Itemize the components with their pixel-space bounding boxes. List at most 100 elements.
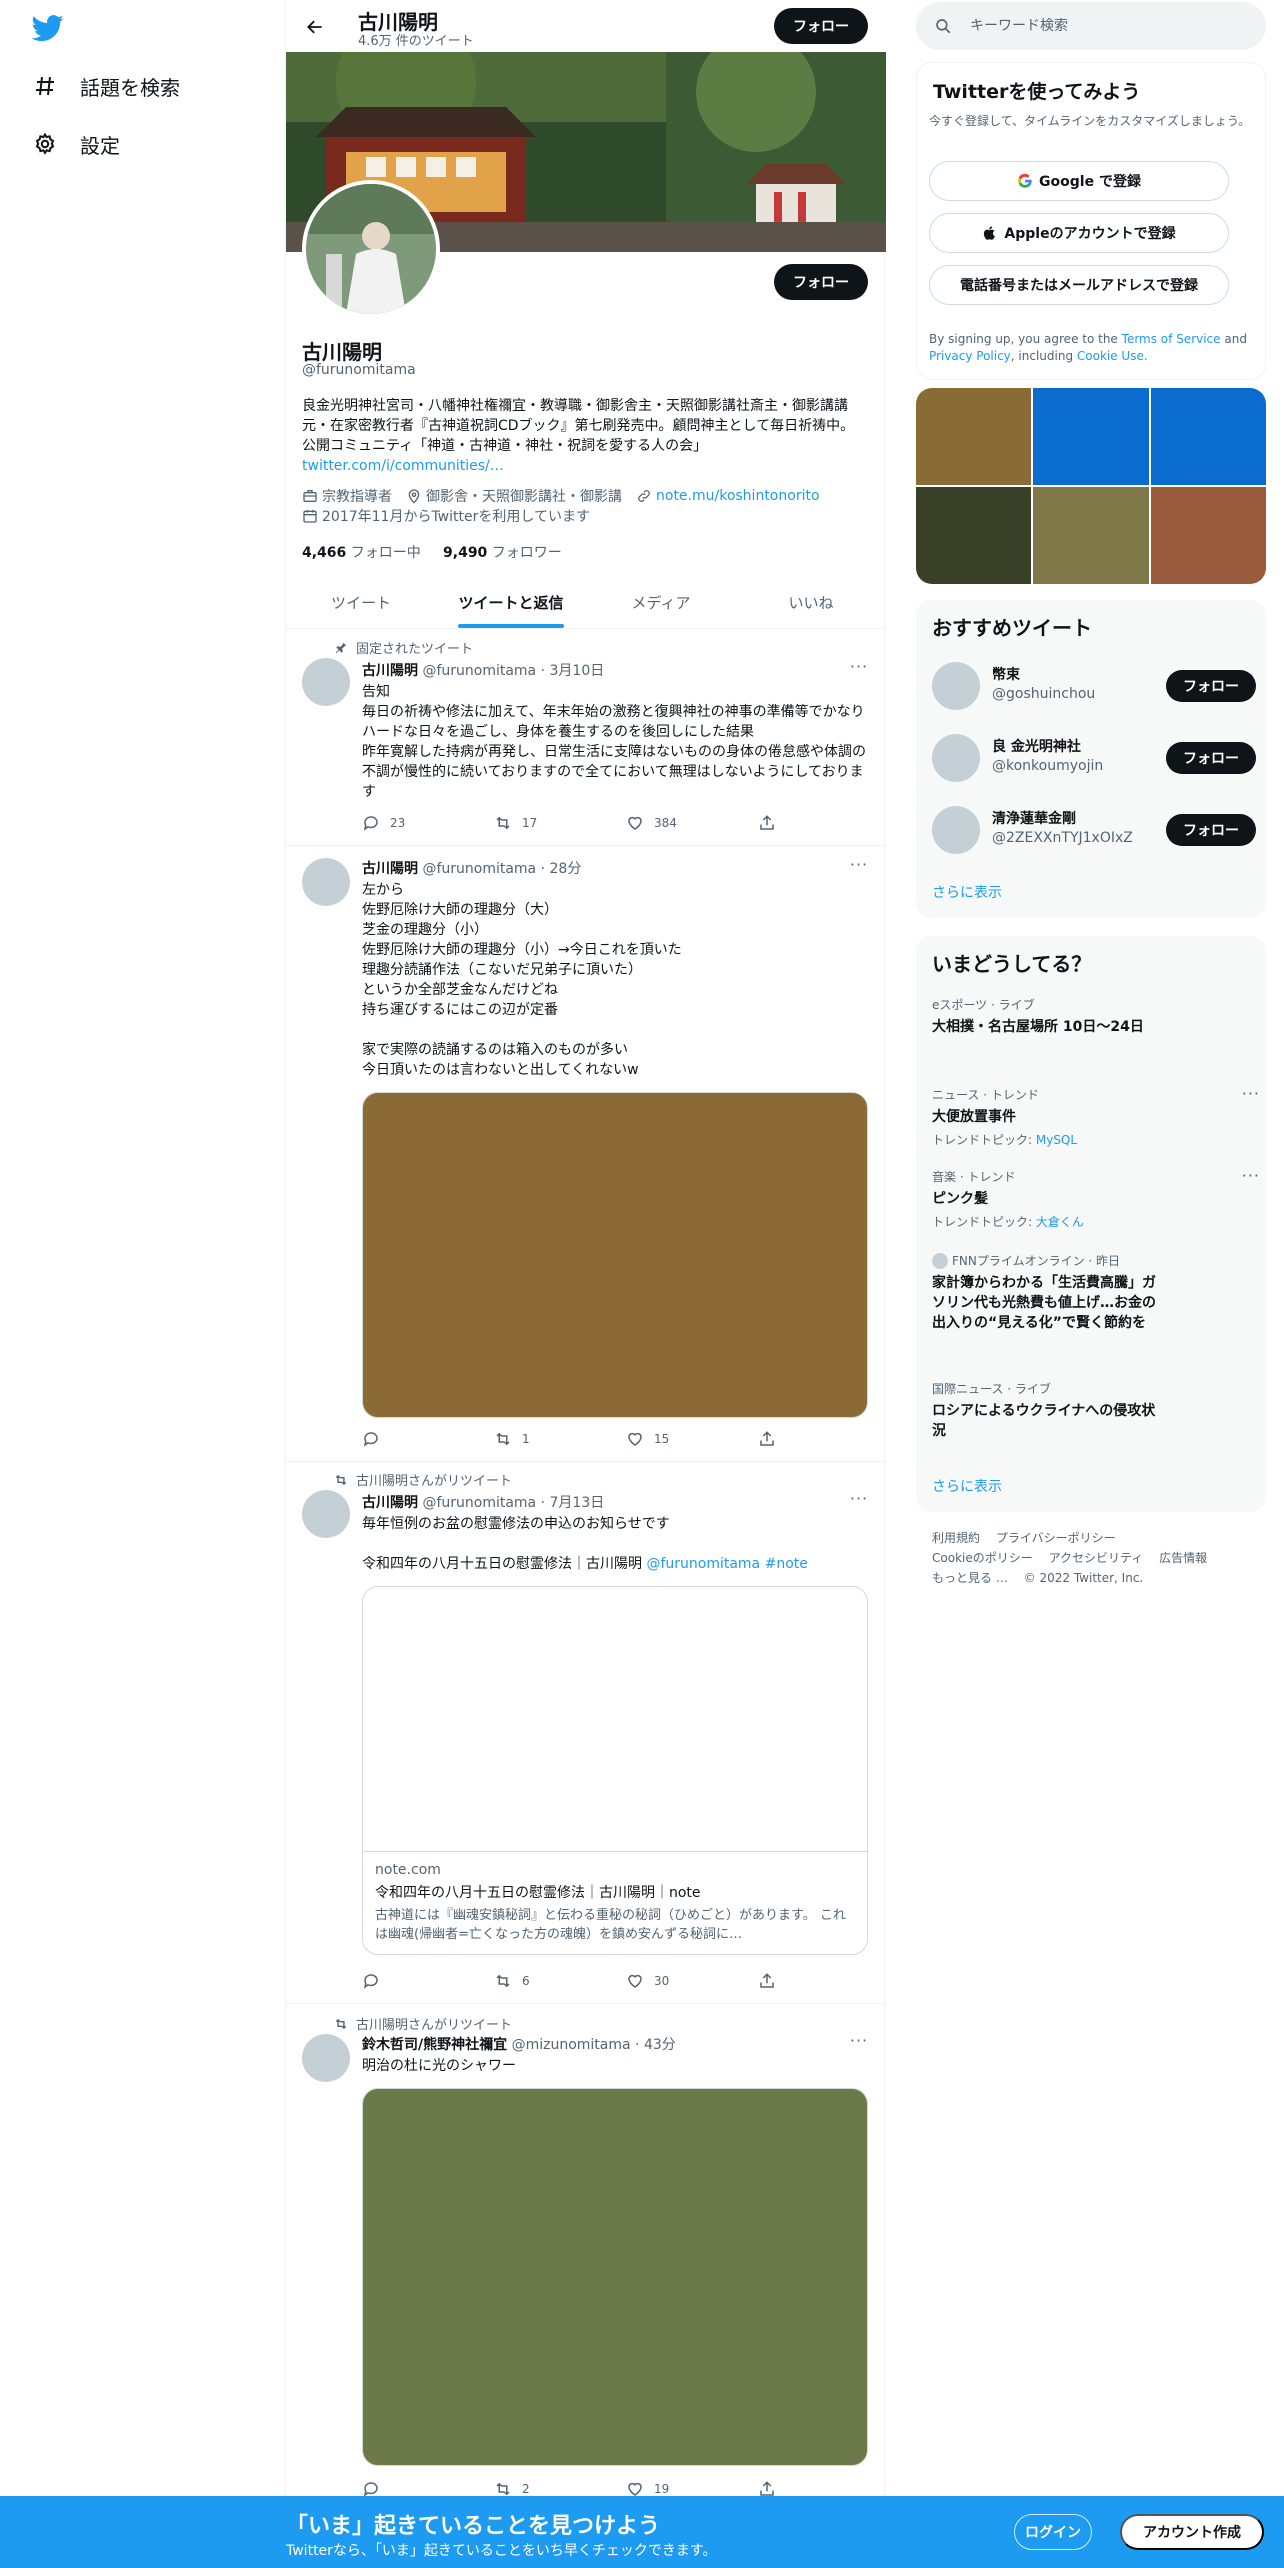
tweet-author-handle[interactable]: @furunomitama: [422, 663, 536, 679]
profile-follow-button[interactable]: フォロー: [774, 264, 868, 300]
media-thumb[interactable]: [1033, 388, 1149, 485]
twitter-logo-icon[interactable]: [31, 12, 68, 48]
media-thumb[interactable]: [1150, 388, 1266, 485]
share-button[interactable]: [758, 1430, 788, 1448]
terms-link[interactable]: Terms of Service: [1122, 332, 1221, 346]
reply-button[interactable]: 23: [362, 814, 494, 832]
tweet-avatar[interactable]: [302, 2034, 350, 2082]
trend-item[interactable]: ··· ニュース · トレンド 大便放置事件 トレンドトピック: MySQL: [932, 1084, 1259, 1148]
search-input[interactable]: [970, 18, 1230, 34]
google-signup-button[interactable]: Google で登録: [929, 161, 1229, 201]
retweet-button[interactable]: 17: [494, 814, 626, 832]
tweet-author-name[interactable]: 古川陽明: [362, 663, 418, 679]
footer-link[interactable]: 利用規約: [932, 1531, 980, 1545]
tweet[interactable]: 固定されたツイート 古川陽明 @furunomitama · 3月10日 ···…: [286, 630, 886, 846]
profile-handle: @furunomitama: [302, 362, 416, 378]
reply-button[interactable]: [362, 1972, 494, 1990]
like-button[interactable]: 15: [626, 1430, 758, 1448]
search-bar[interactable]: [916, 2, 1266, 50]
link-card[interactable]: note.com 令和四年の八月十五日の慰霊修法｜古川陽明｜note 古神道には…: [362, 1586, 868, 1955]
follow-button[interactable]: フォロー: [1166, 670, 1256, 702]
media-thumb[interactable]: [1150, 487, 1266, 584]
more-options-icon[interactable]: ···: [848, 1491, 870, 1510]
share-button[interactable]: [758, 814, 788, 832]
profile-website[interactable]: note.mu/koshintonorito: [636, 488, 820, 504]
share-button[interactable]: [758, 1972, 788, 1990]
footer-link[interactable]: プライバシーポリシー: [996, 1531, 1116, 1545]
reply-icon: [363, 1974, 378, 1989]
profile-avatar[interactable]: [302, 180, 440, 318]
header-tweet-count: 4.6万 件のツイート: [358, 34, 474, 49]
tweet-author-handle[interactable]: @mizunomitama: [512, 2037, 631, 2053]
recommended-user[interactable]: 清浄蓮華金剛 @2ZEXXnTYJ1xOIxZ フォロー: [932, 802, 1256, 858]
phone-email-signup-button[interactable]: 電話番号またはメールアドレスで登録: [929, 265, 1229, 305]
recommended-user[interactable]: 幣束 @goshuinchou フォロー: [932, 658, 1256, 714]
header-follow-button[interactable]: フォロー: [774, 8, 868, 44]
more-options-icon[interactable]: ···: [1242, 1166, 1260, 1185]
tab-media[interactable]: メディア: [586, 576, 736, 628]
retweet-button[interactable]: 6: [494, 1972, 626, 1990]
more-options-icon[interactable]: ···: [848, 659, 870, 678]
tweet-author-name[interactable]: 古川陽明: [362, 1495, 418, 1511]
more-options-icon[interactable]: ···: [848, 857, 870, 876]
tweet-time[interactable]: 3月10日: [550, 663, 605, 679]
footer-link[interactable]: もっと見る …: [932, 1571, 1008, 1585]
privacy-link[interactable]: Privacy Policy: [929, 349, 1011, 363]
tab-tweets[interactable]: ツイート: [286, 576, 436, 628]
recommended-user[interactable]: 良 金光明神社 @konkoumyojin フォロー: [932, 730, 1256, 786]
login-button[interactable]: ログイン: [1014, 2514, 1092, 2550]
tweet-time[interactable]: 28分: [550, 861, 582, 877]
trend-item[interactable]: ··· 音楽 · トレンド ピンク髪 トレンドトピック: 大倉くん: [932, 1166, 1259, 1230]
tweet-avatar[interactable]: [302, 858, 350, 906]
nav-settings[interactable]: 設定: [30, 124, 120, 164]
tweet-inline-link[interactable]: @furunomitama #note: [646, 1556, 807, 1572]
avatar[interactable]: [932, 806, 980, 854]
more-options-icon[interactable]: ···: [1242, 1084, 1260, 1103]
follow-button[interactable]: フォロー: [1166, 742, 1256, 774]
signup-button[interactable]: アカウント作成: [1120, 2514, 1264, 2550]
footer-link[interactable]: 広告情報: [1159, 1551, 1207, 1565]
nav-explore[interactable]: 話題を検索: [30, 66, 180, 106]
tweet-avatar[interactable]: [302, 1490, 350, 1538]
media-thumb[interactable]: [916, 388, 1032, 485]
trend-item[interactable]: FNNプライムオンライン · 昨日 家計簿からわかる「生活費高騰」ガソリン代も光…: [932, 1252, 1162, 1333]
trend-item[interactable]: 国際ニュース · ライブ ロシアによるウクライナへの侵攻状況: [932, 1380, 1162, 1441]
footer-link[interactable]: アクセシビリティ: [1049, 1551, 1144, 1565]
tweet-avatar[interactable]: [302, 658, 350, 706]
back-arrow-icon[interactable]: [298, 10, 332, 44]
more-options-icon[interactable]: ···: [848, 2033, 870, 2052]
media-thumb[interactable]: [916, 487, 1032, 584]
tweet-media-image[interactable]: [362, 1092, 868, 1418]
apple-signup-button[interactable]: Appleのアカウントで登録: [929, 213, 1229, 253]
tweet[interactable]: 古川陽明さんがリツイート 古川陽明 @furunomitama · 7月13日 …: [286, 1462, 886, 2004]
tweet-author-name[interactable]: 鈴木哲司/熊野神社禰宜: [362, 2037, 507, 2053]
tweet[interactable]: 古川陽明さんがリツイート 鈴木哲司/熊野神社禰宜 @mizunomitama ·…: [286, 2004, 886, 2500]
avatar[interactable]: [932, 734, 980, 782]
media-thumb[interactable]: [1033, 487, 1149, 584]
tweet-time[interactable]: 43分: [644, 2037, 676, 2053]
cookie-link[interactable]: Cookie Use.: [1077, 349, 1148, 363]
tweet-author-name[interactable]: 古川陽明: [362, 861, 418, 877]
tab-likes[interactable]: いいね: [736, 576, 886, 628]
tweet-media-image[interactable]: [362, 2088, 868, 2466]
like-button[interactable]: 30: [626, 1972, 758, 1990]
footer-link[interactable]: Cookieのポリシー: [932, 1551, 1033, 1565]
like-button[interactable]: 384: [626, 814, 758, 832]
following-stat[interactable]: 4,466 フォロー中: [302, 545, 421, 561]
retweet-button[interactable]: 1: [494, 1430, 626, 1448]
heart-icon: [628, 1432, 642, 1446]
tweet-time[interactable]: 7月13日: [550, 1495, 605, 1511]
profile-bio-link[interactable]: twitter.com/i/communities/…: [302, 458, 504, 474]
recommended-show-more[interactable]: さらに表示: [932, 882, 1002, 902]
avatar[interactable]: [932, 662, 980, 710]
trends-show-more[interactable]: さらに表示: [932, 1476, 1002, 1496]
tweet[interactable]: 古川陽明 @furunomitama · 28分 ··· 左から 佐野厄除け大師…: [286, 846, 886, 1462]
follow-button[interactable]: フォロー: [1166, 814, 1256, 846]
tweet-author-handle[interactable]: @furunomitama: [422, 1495, 536, 1511]
tab-tweets-replies[interactable]: ツイートと返信: [436, 576, 586, 628]
tweet-author-handle[interactable]: @furunomitama: [422, 861, 536, 877]
reply-button[interactable]: [362, 1430, 494, 1448]
signup-legal: By signing up, you agree to the Terms of…: [929, 332, 1247, 363]
followers-stat[interactable]: 9,490 フォロワー: [443, 545, 562, 561]
trend-item[interactable]: eスポーツ · ライブ 大相撲・名古屋場所 10日〜24日: [932, 996, 1252, 1037]
